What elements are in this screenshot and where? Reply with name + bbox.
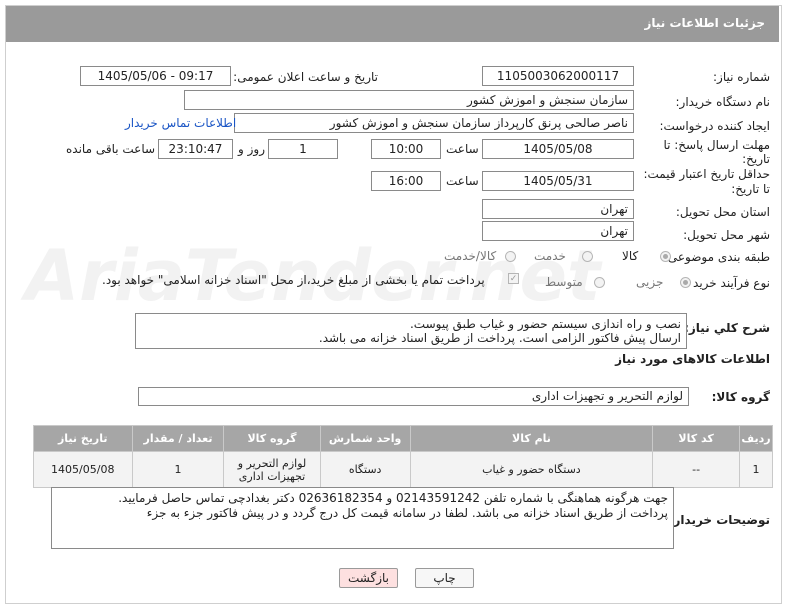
buyer-notes-textarea[interactable]: جهت هرگونه هماهنگی با شماره تلفن 0214359… [51, 487, 674, 549]
goods-section-title: اطلاعات کالاهای مورد نیاز [615, 352, 770, 366]
cell-name: دستگاه حضور و غیاب [409, 451, 654, 488]
deadline-label-line1: مهلت ارسال پاسخ: تا [663, 138, 770, 152]
category-option-service: خدمت [534, 249, 566, 263]
category-radio-service[interactable] [582, 251, 593, 262]
goods-group-field[interactable]: لوازم التحریر و تجهیزات اداری [138, 387, 689, 406]
category-label: طبقه بندی موضوعی: [663, 250, 770, 264]
remaining-time-label: ساعت باقی مانده [66, 142, 156, 156]
col-code: کد کالا [652, 425, 741, 452]
treasury-payment-note: پرداخت تمام یا بخشی از مبلغ خرید،از محل … [102, 273, 485, 287]
process-option-medium: متوسط [545, 275, 583, 289]
price-validity-label-line1: حداقل تاریخ اعتبار قیمت: [643, 167, 770, 181]
col-unit: واحد شمارش [319, 425, 411, 452]
days-label: روز و [238, 142, 265, 156]
buyer-org-label: نام دستگاه خریدار: [675, 95, 771, 109]
category-radio-both[interactable] [505, 251, 516, 262]
cell-code: -- [652, 451, 741, 488]
deadline-time-field[interactable]: 10:00 [371, 139, 441, 159]
page-title: جزئیات اطلاعات نیاز [644, 16, 765, 30]
col-qty: تعداد / مقدار [131, 425, 225, 452]
price-validity-time-field[interactable]: 16:00 [371, 171, 441, 191]
city-field[interactable]: تهران [482, 221, 634, 241]
city-label: شهر محل تحویل: [683, 228, 770, 242]
days-field[interactable]: 1 [268, 139, 338, 159]
process-radio-medium[interactable] [594, 277, 605, 288]
goods-table: ردیف کد کالا نام کالا واحد شمارش گروه کا… [33, 425, 773, 488]
table-row[interactable]: 1 -- دستگاه حضور و غیاب دستگاه لوازم الت… [33, 451, 773, 488]
announce-field[interactable]: 1405/05/06 - 09:17 [80, 66, 231, 86]
price-validity-date-field[interactable]: 1405/05/31 [482, 171, 634, 191]
province-field[interactable]: تهران [482, 199, 634, 219]
process-option-minor: جزیی [636, 275, 664, 289]
description-textarea[interactable]: نصب و راه اندازی سیستم حضور و غیاب طبق پ… [135, 313, 687, 349]
cell-group-line1: لوازم التحریر و [237, 456, 307, 470]
col-row: ردیف [739, 425, 773, 452]
cell-group: لوازم التحریر و تجهیزات اداری [223, 451, 321, 488]
description-line-1: نصب و راه اندازی سیستم حضور و غیاب طبق پ… [409, 317, 681, 331]
deadline-time-label: ساعت [446, 142, 479, 156]
table-header-row: ردیف کد کالا نام کالا واحد شمارش گروه کا… [33, 425, 773, 452]
remaining-time-field[interactable]: 23:10:47 [158, 139, 233, 159]
need-number-label: شماره نیاز: [713, 70, 770, 84]
goods-group-label: گروه کالا: [711, 390, 770, 404]
need-number-field[interactable]: 1105003062000117 [482, 66, 634, 86]
price-validity-time-label: ساعت [446, 174, 479, 188]
deadline-date-field[interactable]: 1405/05/08 [482, 139, 634, 159]
back-button[interactable]: بازگشت [339, 568, 398, 588]
buyer-notes-label: توضیحات خریدار: [668, 513, 770, 527]
cell-unit: دستگاه [319, 451, 411, 488]
print-button[interactable]: چاپ [415, 568, 474, 588]
buyer-notes-line-1: جهت هرگونه هماهنگی با شماره تلفن 0214359… [118, 491, 668, 505]
price-validity-label-line2: تا تاریخ: [731, 182, 770, 196]
description-line-2: ارسال پیش فاکتور الزامی است. پرداخت از ط… [318, 331, 681, 345]
process-radio-minor[interactable] [680, 277, 691, 288]
treasury-checkbox[interactable]: ✓ [508, 273, 519, 284]
title-bar: جزئیات اطلاعات نیاز [6, 6, 779, 42]
category-option-goods: کالا [622, 249, 639, 263]
col-group: گروه کالا [223, 425, 321, 452]
creator-label: ایجاد کننده درخواست: [659, 119, 770, 133]
province-label: استان محل تحویل: [675, 205, 770, 219]
category-option-both: کالا/خدمت [444, 249, 497, 263]
cell-qty: 1 [131, 451, 225, 488]
description-label: شرح کلي نياز: [684, 321, 770, 335]
category-radio-goods[interactable] [660, 251, 671, 262]
cell-row: 1 [739, 451, 773, 488]
cell-date: 1405/05/08 [33, 451, 133, 488]
deadline-label-line2: تاریخ: [742, 152, 770, 166]
col-date: تاریخ نیاز [33, 425, 133, 452]
process-type-label: نوع فرآیند خرید : [685, 276, 770, 290]
creator-field[interactable]: ناصر صالحی پرنق کارپرداز سازمان سنجش و ا… [234, 113, 634, 133]
cell-group-line2: تجهیزات اداری [238, 469, 306, 483]
buyer-notes-line-2: پرداخت از طریق اسناد خزانه می باشد. لطفا… [146, 506, 668, 520]
col-name: نام کالا [409, 425, 654, 452]
buyer-org-field[interactable]: سازمان سنجش و اموزش کشور [184, 90, 634, 110]
contact-info-link[interactable]: اطلاعات تماس خریدار [125, 116, 236, 130]
announce-label: تاریخ و ساعت اعلان عمومی: [233, 70, 378, 84]
